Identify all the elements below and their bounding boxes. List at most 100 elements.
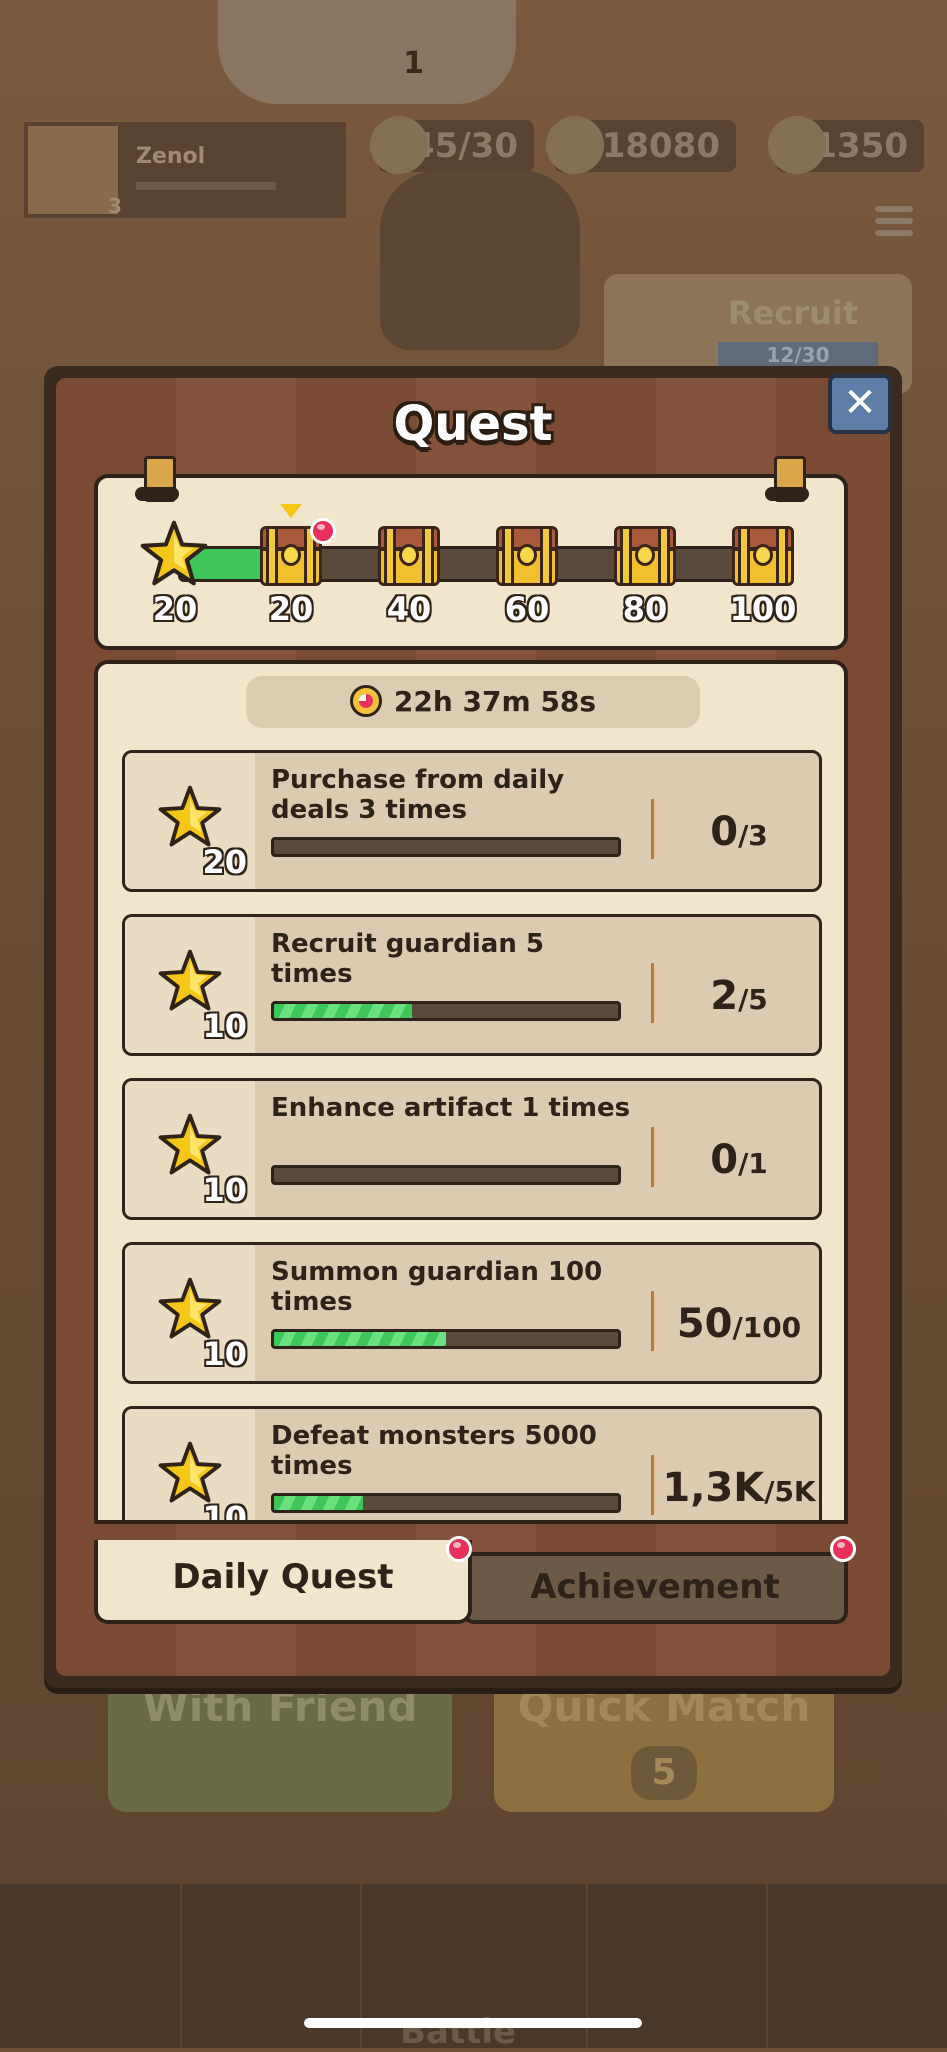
divider xyxy=(651,963,654,1023)
reset-timer: 22h 37m 58s xyxy=(246,676,700,728)
star-icon xyxy=(158,1113,222,1175)
close-icon: ✕ xyxy=(843,380,877,426)
quest-current: 0 xyxy=(710,809,739,855)
quest-reward: 10 xyxy=(125,1081,255,1217)
energy-icon xyxy=(370,116,428,174)
quest-name: Summon guardian 100 times xyxy=(271,1257,603,1317)
chest-icon[interactable] xyxy=(610,526,680,588)
achievement-notification-dot xyxy=(830,1536,856,1562)
gem-value: 1350 xyxy=(813,126,908,166)
divider xyxy=(651,1455,654,1515)
quest-name: Recruit guardian 5 times xyxy=(271,929,544,989)
energy-counter[interactable]: 45/30 xyxy=(370,116,534,174)
board-peg-right xyxy=(765,456,809,502)
modal-title: Quest xyxy=(393,396,553,452)
star-icon xyxy=(158,1441,222,1503)
player-level: 3 xyxy=(108,194,122,218)
quest-reward: 10 xyxy=(125,1409,255,1524)
quest-progress-count: 0/1 xyxy=(657,1137,819,1183)
quest-progress-count: 50/100 xyxy=(657,1301,819,1347)
close-button[interactable]: ✕ xyxy=(828,374,892,434)
clock-icon xyxy=(349,685,382,717)
menu-icon[interactable] xyxy=(875,200,913,240)
quest-progress-count: 1,3K/5K xyxy=(657,1465,819,1511)
gold-value: 18080 xyxy=(601,126,720,166)
xp-bar xyxy=(136,182,276,190)
quest-current: 1,3K xyxy=(662,1465,765,1511)
nav-shop[interactable] xyxy=(0,1884,182,2048)
quest-total: /1 xyxy=(738,1147,768,1180)
recruit-label: Recruit xyxy=(728,294,859,332)
gem-counter[interactable]: 1350 xyxy=(768,116,924,174)
quest-current: 50 xyxy=(676,1301,733,1347)
quest-list[interactable]: 20 Purchase from daily deals 3 times 0/3 10… xyxy=(122,750,822,1524)
quest-current: 2 xyxy=(710,973,739,1019)
quest-total: /3 xyxy=(738,819,768,852)
milestone-points-label: 100 xyxy=(729,590,797,628)
player-name: Zenol xyxy=(136,144,206,169)
reward-amount: 20 xyxy=(202,843,247,881)
daily-quest-notification-dot xyxy=(446,1536,472,1562)
star-icon xyxy=(158,1277,222,1339)
quest-progress-bar xyxy=(271,1165,621,1185)
quest-list-panel[interactable]: 22h 37m 58s 20 Purchase from daily deals … xyxy=(94,660,848,1524)
tab-achievement-label: Achievement xyxy=(530,1567,780,1607)
home-indicator[interactable] xyxy=(304,2018,642,2028)
quest-progress-bar xyxy=(271,1493,621,1513)
divider xyxy=(651,1291,654,1351)
quest-card[interactable]: 10 Defeat monsters 5000 times 1,3K/5K xyxy=(122,1406,822,1524)
reward-amount: 10 xyxy=(202,1007,247,1045)
quest-total: /5K xyxy=(764,1475,816,1508)
quest-total: /5 xyxy=(738,983,768,1016)
tab-achievement[interactable]: Achievement xyxy=(462,1552,848,1624)
quest-progress-bar xyxy=(271,1001,621,1021)
current-points: 20 xyxy=(152,590,198,628)
star-icon xyxy=(158,949,222,1011)
quest-reward: 10 xyxy=(125,1245,255,1381)
guardian-character xyxy=(380,170,580,350)
quest-card[interactable]: 10 Summon guardian 100 times 50/100 xyxy=(122,1242,822,1384)
chest-icon[interactable] xyxy=(728,526,798,588)
star-icon xyxy=(140,520,208,586)
with-friend-label: With Friend xyxy=(142,1682,418,1731)
nav-locked[interactable] xyxy=(766,1884,947,2048)
reward-amount: 10 xyxy=(202,1171,247,1209)
reward-amount: 10 xyxy=(202,1335,247,1373)
quest-current: 0 xyxy=(710,1137,739,1183)
reward-amount: 10 xyxy=(202,1499,247,1524)
quest-progress-count: 0/3 xyxy=(657,809,819,855)
tab-daily-quest[interactable]: Daily Quest xyxy=(94,1540,472,1624)
quest-name: Purchase from daily deals 3 times xyxy=(271,765,565,825)
milestone-points-label: 20 xyxy=(268,590,314,628)
board-peg-left xyxy=(135,456,179,502)
chest-icon[interactable] xyxy=(374,526,444,588)
quest-total: /100 xyxy=(732,1311,802,1344)
trophy-count: 1 xyxy=(403,46,424,81)
timer-text: 22h 37m 58s xyxy=(393,685,597,718)
milestone-points-label: 40 xyxy=(386,590,432,628)
quest-reward: 20 xyxy=(125,753,255,889)
quest-progress-bar xyxy=(271,837,621,857)
quick-match-cost: 5 xyxy=(631,1746,697,1800)
player-card[interactable]: 3 Zenol xyxy=(24,122,346,218)
chest-notification-dot xyxy=(310,518,336,544)
quest-progress-count: 2/5 xyxy=(657,973,819,1019)
quest-name: Enhance artifact 1 times xyxy=(271,1093,631,1123)
trophy-bubble: 1 xyxy=(218,0,516,104)
quest-modal: Quest ✕ 20 20 40 60 80 100 22h 37m 58s 20 Pur… xyxy=(44,366,902,1688)
quest-progress-bar xyxy=(271,1329,621,1349)
milestone-points-label: 80 xyxy=(622,590,668,628)
current-milestone-pointer-icon xyxy=(280,504,302,518)
quest-card[interactable]: 10 Recruit guardian 5 times 2/5 xyxy=(122,914,822,1056)
quest-card[interactable]: 20 Purchase from daily deals 3 times 0/3 xyxy=(122,750,822,892)
divider xyxy=(651,799,654,859)
gold-coin-icon xyxy=(546,116,604,174)
quest-reward: 10 xyxy=(125,917,255,1053)
gold-counter[interactable]: 18080 xyxy=(546,116,736,174)
quest-points-board: 20 20 40 60 80 100 xyxy=(94,456,848,650)
chest-icon[interactable] xyxy=(492,526,562,588)
milestone-points-label: 60 xyxy=(504,590,550,628)
avatar[interactable]: 3 xyxy=(28,126,122,218)
quest-card[interactable]: 10 Enhance artifact 1 times 0/1 xyxy=(122,1078,822,1220)
gem-icon xyxy=(768,116,826,174)
